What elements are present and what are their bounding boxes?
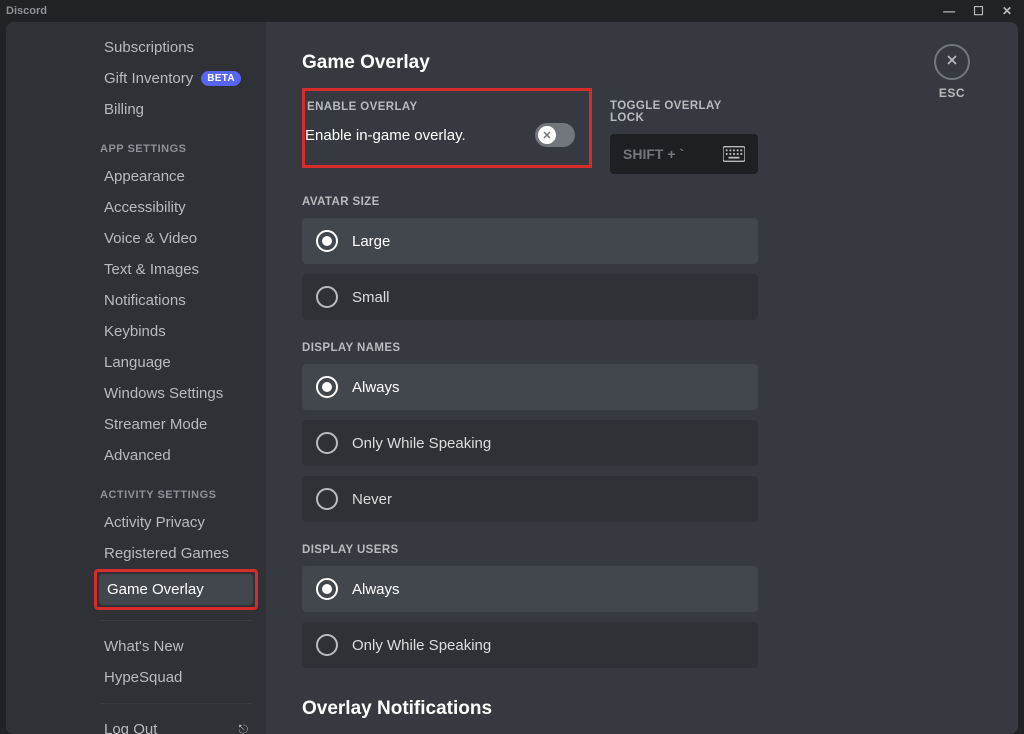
toggle-lock-heading: TOGGLE OVERLAY LOCK bbox=[610, 100, 758, 124]
sidebar-item-label: Log Out bbox=[104, 721, 157, 734]
sidebar-item-label: Gift Inventory bbox=[104, 70, 193, 87]
avatar-option-small[interactable]: Small bbox=[302, 274, 758, 320]
esc-button[interactable]: ESC bbox=[934, 44, 970, 100]
sidebar-heading-app: APP SETTINGS bbox=[100, 143, 256, 155]
sidebar-item-streamer-mode[interactable]: Streamer Mode bbox=[96, 409, 256, 440]
sidebar-item-label: Notifications bbox=[104, 292, 186, 309]
minimize-button[interactable]: — bbox=[943, 4, 955, 18]
sidebar-item-voice-video[interactable]: Voice & Video bbox=[96, 223, 256, 254]
sidebar-item-registered-games[interactable]: Registered Games bbox=[96, 538, 256, 569]
sidebar-heading-activity: ACTIVITY SETTINGS bbox=[100, 489, 256, 501]
option-label: Always bbox=[352, 379, 400, 396]
option-label: Only While Speaking bbox=[352, 637, 491, 654]
sidebar-item-label: Language bbox=[104, 354, 171, 371]
sidebar-item-notifications[interactable]: Notifications bbox=[96, 285, 256, 316]
sidebar-item-subscriptions[interactable]: Subscriptions bbox=[96, 32, 256, 63]
sidebar-item-game-overlay[interactable]: Game Overlay bbox=[99, 574, 253, 605]
sidebar-item-hypesquad[interactable]: HypeSquad bbox=[96, 662, 256, 693]
sidebar-item-windows-settings[interactable]: Windows Settings bbox=[96, 378, 256, 409]
display-users-options: Always Only While Speaking bbox=[302, 566, 758, 668]
titlebar: Discord — ☐ ✕ bbox=[0, 0, 1024, 22]
close-icon bbox=[944, 52, 960, 73]
enable-overlay-toggle[interactable]: ✕ bbox=[535, 123, 575, 147]
radio-icon bbox=[316, 634, 338, 656]
keybind-value: SHIFT + ` bbox=[623, 146, 684, 162]
sidebar-item-label: Registered Games bbox=[104, 545, 229, 562]
sidebar-item-keybinds[interactable]: Keybinds bbox=[96, 316, 256, 347]
sidebar-divider bbox=[100, 620, 252, 621]
sidebar-item-label: Keybinds bbox=[104, 323, 166, 340]
sidebar-item-advanced[interactable]: Advanced bbox=[96, 440, 256, 471]
sidebar-item-label: HypeSquad bbox=[104, 669, 182, 686]
sidebar-item-language[interactable]: Language bbox=[96, 347, 256, 378]
overlay-notifications-heading: Overlay Notifications bbox=[302, 698, 758, 720]
enable-overlay-heading: ENABLE OVERLAY bbox=[307, 101, 575, 113]
sidebar-item-text-images[interactable]: Text & Images bbox=[96, 254, 256, 285]
sidebar-item-label: What's New bbox=[104, 638, 184, 655]
users-option-speaking[interactable]: Only While Speaking bbox=[302, 622, 758, 668]
radio-icon bbox=[316, 376, 338, 398]
avatar-option-large[interactable]: Large bbox=[302, 218, 758, 264]
esc-label: ESC bbox=[939, 86, 965, 100]
sidebar-item-whats-new[interactable]: What's New bbox=[96, 631, 256, 662]
logout-icon: ⎋ bbox=[239, 722, 249, 734]
sidebar-divider bbox=[100, 703, 252, 704]
sidebar-item-gift-inventory[interactable]: Gift Inventory BETA bbox=[96, 63, 256, 94]
users-option-always[interactable]: Always bbox=[302, 566, 758, 612]
display-names-heading: DISPLAY NAMES bbox=[302, 342, 758, 354]
sidebar: Subscriptions Gift Inventory BETA Billin… bbox=[6, 22, 266, 734]
page-title: Game Overlay bbox=[302, 52, 758, 74]
sidebar-item-accessibility[interactable]: Accessibility bbox=[96, 192, 256, 223]
sidebar-item-label: Accessibility bbox=[104, 199, 186, 216]
keyboard-icon bbox=[723, 146, 745, 162]
annotation-highlight-enable: ENABLE OVERLAY Enable in-game overlay. ✕ bbox=[302, 88, 592, 168]
option-label: Only While Speaking bbox=[352, 435, 491, 452]
sidebar-item-label: Game Overlay bbox=[107, 581, 204, 598]
window-controls: — ☐ ✕ bbox=[943, 4, 1018, 18]
radio-icon bbox=[316, 488, 338, 510]
sidebar-item-label: Activity Privacy bbox=[104, 514, 205, 531]
sidebar-item-appearance[interactable]: Appearance bbox=[96, 161, 256, 192]
sidebar-item-label: Voice & Video bbox=[104, 230, 197, 247]
close-window-button[interactable]: ✕ bbox=[1002, 4, 1012, 18]
titlebar-app-name: Discord bbox=[6, 5, 47, 17]
sidebar-item-label: Streamer Mode bbox=[104, 416, 207, 433]
avatar-size-heading: AVATAR SIZE bbox=[302, 196, 758, 208]
enable-overlay-label: Enable in-game overlay. bbox=[305, 127, 466, 144]
sidebar-item-logout[interactable]: Log Out ⎋ bbox=[96, 714, 256, 734]
names-option-speaking[interactable]: Only While Speaking bbox=[302, 420, 758, 466]
names-option-never[interactable]: Never bbox=[302, 476, 758, 522]
option-label: Large bbox=[352, 233, 390, 250]
option-label: Small bbox=[352, 289, 390, 306]
sidebar-item-label: Text & Images bbox=[104, 261, 199, 278]
toggle-off-icon: ✕ bbox=[542, 129, 551, 142]
avatar-size-options: Large Small bbox=[302, 218, 758, 320]
sidebar-item-label: Appearance bbox=[104, 168, 185, 185]
option-label: Always bbox=[352, 581, 400, 598]
sidebar-item-label: Advanced bbox=[104, 447, 171, 464]
sidebar-item-activity-privacy[interactable]: Activity Privacy bbox=[96, 507, 256, 538]
radio-icon bbox=[316, 286, 338, 308]
display-names-options: Always Only While Speaking Never bbox=[302, 364, 758, 522]
radio-icon bbox=[316, 432, 338, 454]
names-option-always[interactable]: Always bbox=[302, 364, 758, 410]
sidebar-item-label: Subscriptions bbox=[104, 39, 194, 56]
content: ESC Game Overlay ENABLE OVERLAY Enable i… bbox=[266, 22, 1018, 734]
sidebar-item-billing[interactable]: Billing bbox=[96, 94, 256, 125]
sidebar-item-label: Billing bbox=[104, 101, 144, 118]
option-label: Never bbox=[352, 491, 392, 508]
display-users-heading: DISPLAY USERS bbox=[302, 544, 758, 556]
sidebar-item-label: Windows Settings bbox=[104, 385, 223, 402]
annotation-highlight-sidebar: Game Overlay bbox=[94, 569, 258, 610]
toggle-lock-keybind-input[interactable]: SHIFT + ` bbox=[610, 134, 758, 174]
beta-badge: BETA bbox=[201, 71, 241, 86]
maximize-button[interactable]: ☐ bbox=[973, 4, 984, 18]
radio-icon bbox=[316, 230, 338, 252]
radio-icon bbox=[316, 578, 338, 600]
